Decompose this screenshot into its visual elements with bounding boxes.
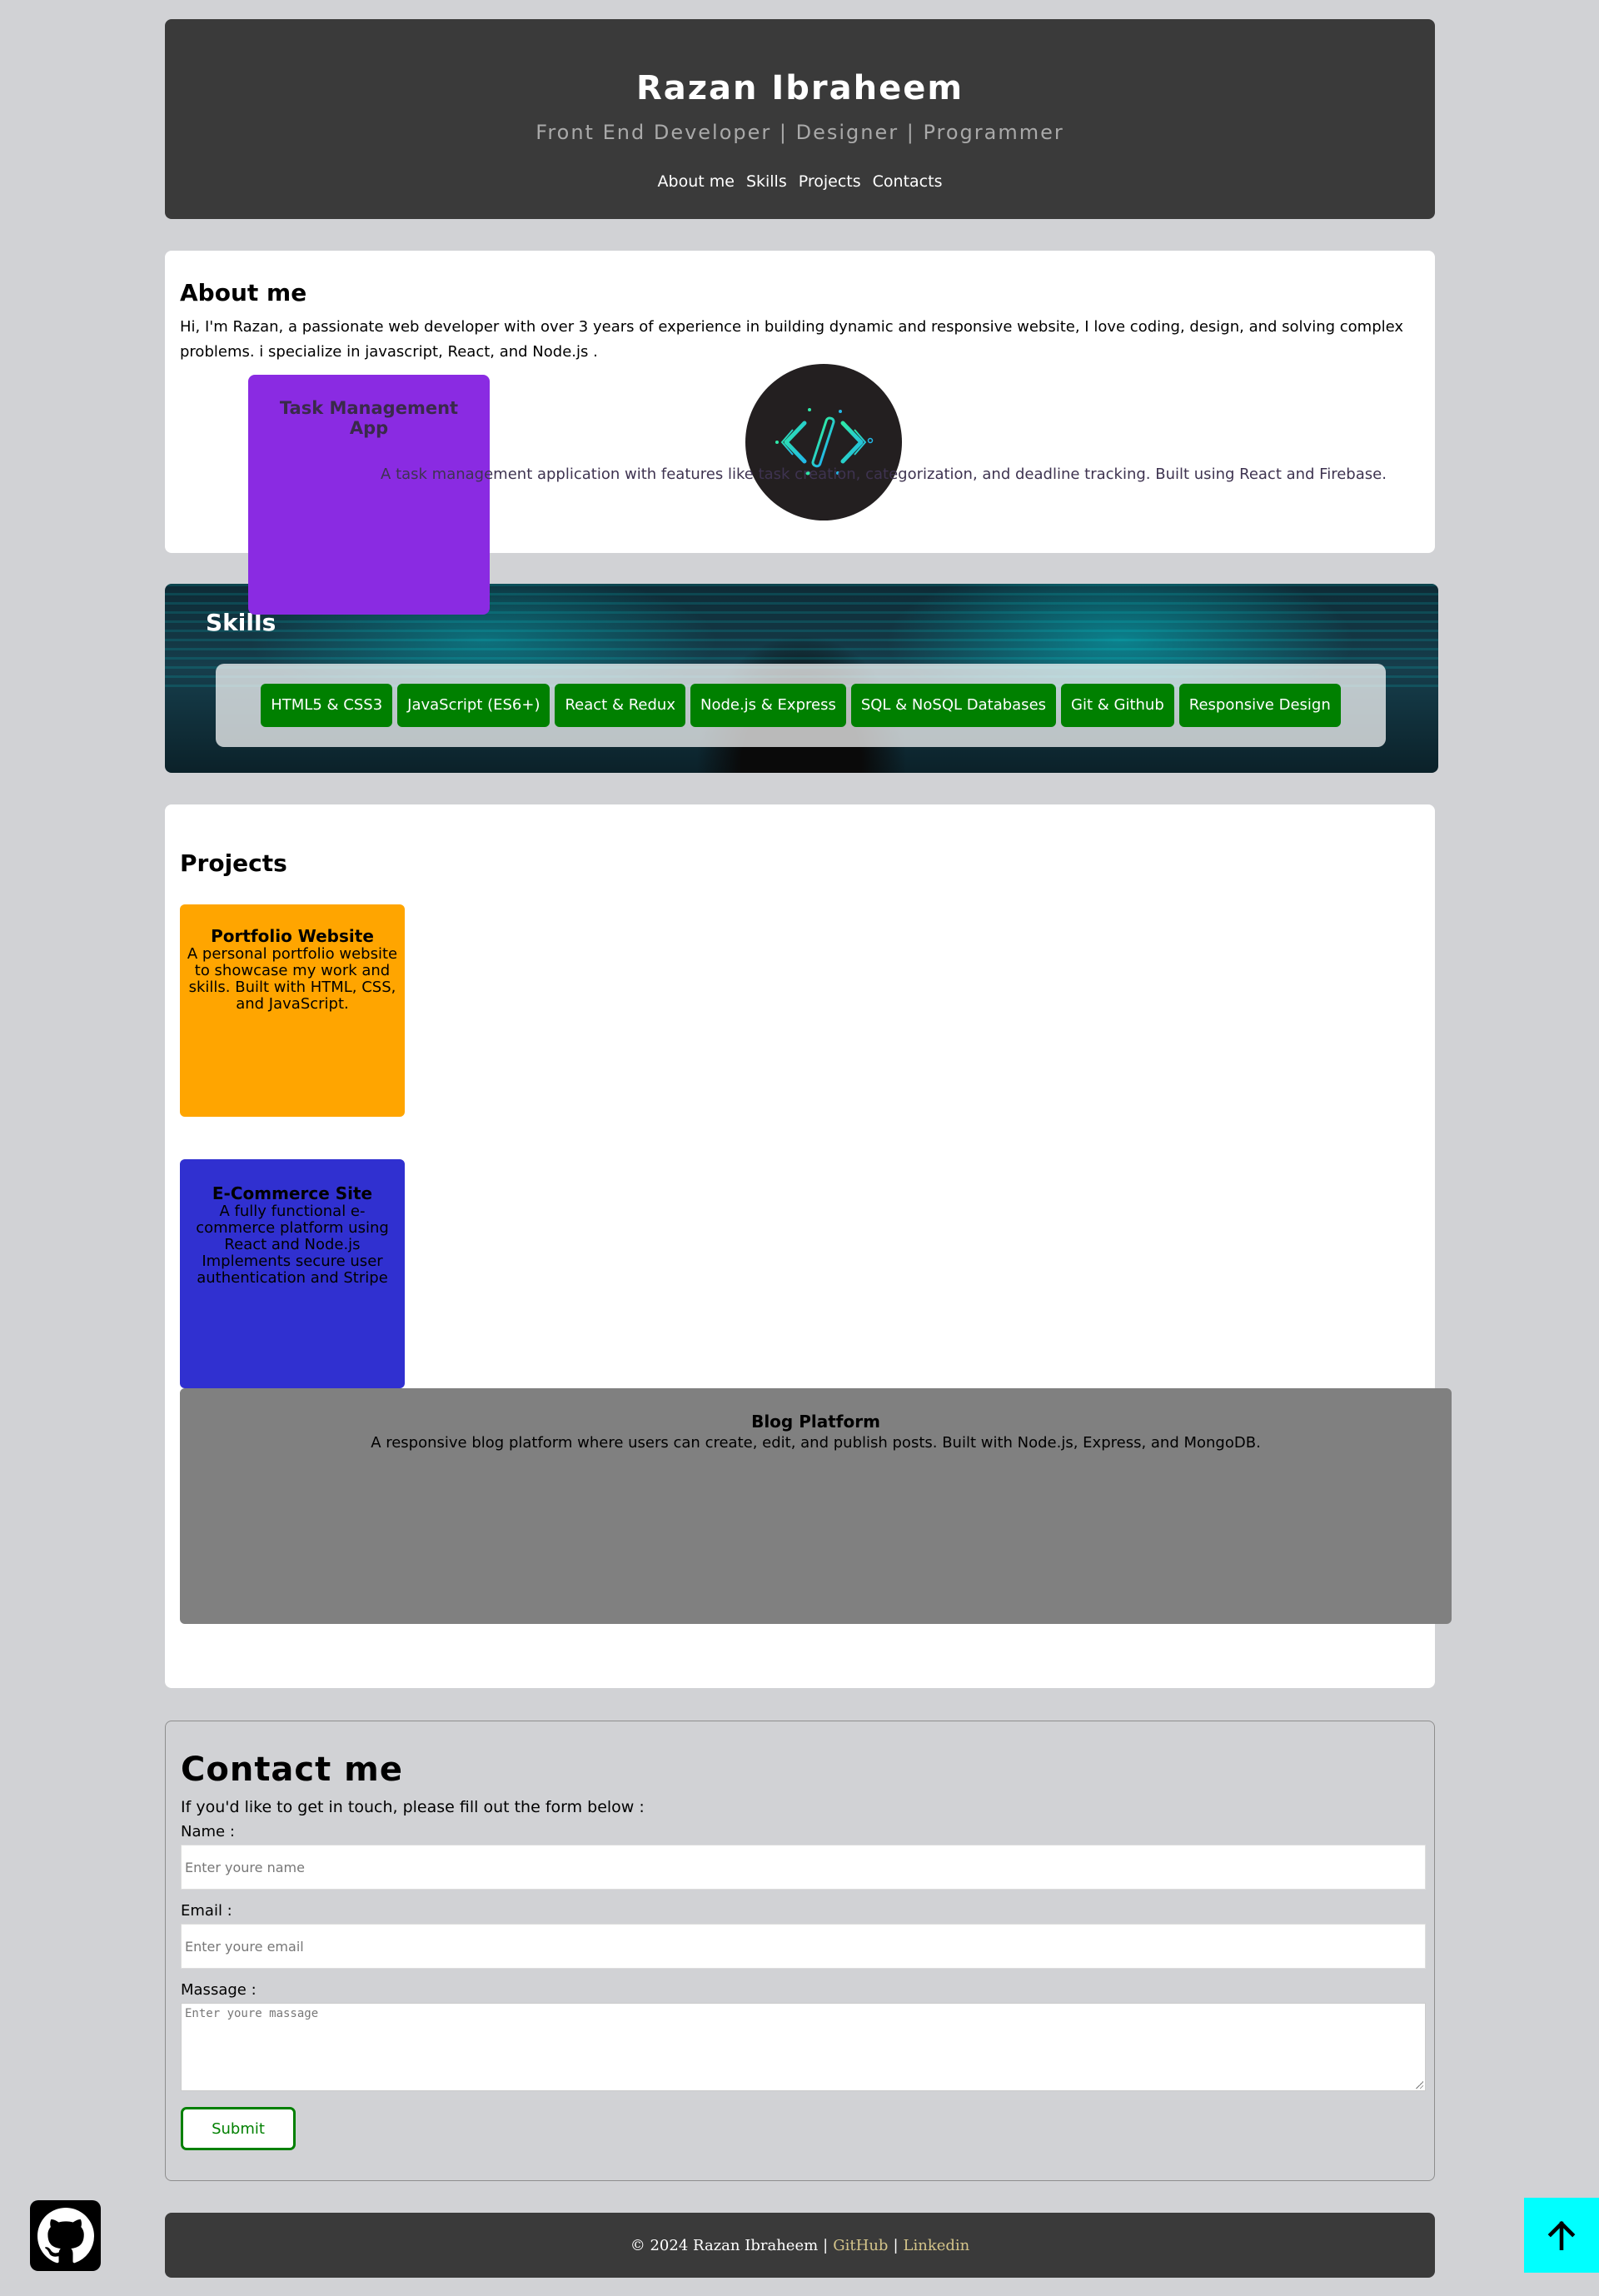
project-card-task-management[interactable]: Task Management App A task management ap… (248, 375, 1387, 615)
project-card-portfolio[interactable]: Portfolio Website A personal portfolio w… (180, 904, 405, 1117)
skill-badge: JavaScript (ES6+) (397, 684, 550, 727)
project-title: E-Commerce Site (212, 1183, 373, 1203)
projects-section: Projects Portfolio Website A personal po… (165, 804, 1452, 1688)
skill-badge: Responsive Design (1178, 684, 1341, 727)
site-subtitle: Front End Developer | Designer | Program… (535, 121, 1064, 144)
contact-intro: If you'd like to get in touch, please fi… (181, 1798, 645, 1816)
project-title: Blog Platform (751, 1412, 880, 1432)
name-placeholder: Enter youre name (185, 1859, 305, 1875)
contact-title: Contact me (181, 1751, 403, 1789)
name-label: Name : (181, 1823, 235, 1840)
footer-separator: | (823, 2236, 829, 2254)
project-text: A personal portfolio website to showcase… (187, 945, 398, 1013)
nav-about[interactable]: About me (658, 172, 735, 191)
projects-title: Projects (180, 849, 287, 877)
footer-linkedin-link[interactable]: Linkedin (904, 2237, 970, 2254)
nav-projects[interactable]: Projects (799, 172, 861, 191)
footer-github-link[interactable]: GitHub (833, 2237, 888, 2254)
skill-badge: React & Redux (555, 684, 685, 727)
about-text: Hi, I'm Razan, a passionate web develope… (180, 318, 1404, 361)
skill-badge: SQL & NoSQL Databases (850, 684, 1057, 727)
resize-handle[interactable] (1415, 2080, 1423, 2089)
project-text: A responsive blog platform where users c… (371, 1434, 1261, 1452)
project-card-ecommerce[interactable]: E-Commerce Site A fully functional e-com… (180, 1159, 405, 1388)
project-text: A fully functional e-commerce platform u… (196, 1203, 389, 1287)
code-brackets-icon (745, 364, 902, 520)
footer-copyright: © 2024 Razan Ibraheem (630, 2236, 819, 2254)
about-title: About me (180, 279, 307, 306)
site-title: Razan Ibraheem (635, 69, 964, 107)
site-footer: © 2024 Razan Ibraheem | GitHub | Linkedi… (165, 2213, 1435, 2278)
scroll-top-button[interactable] (1524, 2198, 1599, 2273)
project-title: Portfolio Website (211, 926, 374, 946)
github-icon (37, 2207, 94, 2263)
message-label: Massage : (181, 1981, 257, 1999)
about-section: About me Hi, I'm Razan, a passionate web… (165, 251, 1435, 615)
contact-section: Contact me If you'd like to get in touch… (165, 1721, 1435, 2181)
github-button[interactable] (30, 2200, 101, 2271)
skill-badge: Node.js & Express (690, 684, 846, 727)
nav-contacts[interactable]: Contacts (873, 172, 943, 191)
nav-skills[interactable]: Skills (746, 172, 787, 191)
name-field[interactable]: Enter youre name (181, 1845, 1426, 1890)
email-label: Email : (181, 1902, 232, 1920)
main-nav: About me Skills Projects Contacts (165, 172, 1435, 191)
task-card-title: Task Management App (279, 398, 459, 438)
submit-button[interactable]: Submit (181, 2107, 296, 2150)
skill-badge: HTML5 & CSS3 (261, 684, 393, 727)
skill-badge: Git & Github (1061, 684, 1174, 727)
site-header: Razan Ibraheem Front End Developer | Des… (165, 19, 1435, 219)
message-field[interactable]: Enter youre massage (181, 2003, 1426, 2091)
email-field[interactable]: Enter youre email (181, 1924, 1426, 1969)
message-placeholder: Enter youre massage (185, 2007, 319, 2020)
project-card-blog[interactable]: Blog Platform A responsive blog platform… (180, 1388, 1452, 1624)
task-card-text: A task management application with featu… (381, 466, 1387, 483)
skills-list: HTML5 & CSS3 JavaScript (ES6+) React & R… (216, 664, 1386, 747)
email-placeholder: Enter youre email (185, 1938, 304, 1955)
footer-separator: | (893, 2236, 899, 2254)
arrow-up-icon (1547, 2220, 1576, 2251)
